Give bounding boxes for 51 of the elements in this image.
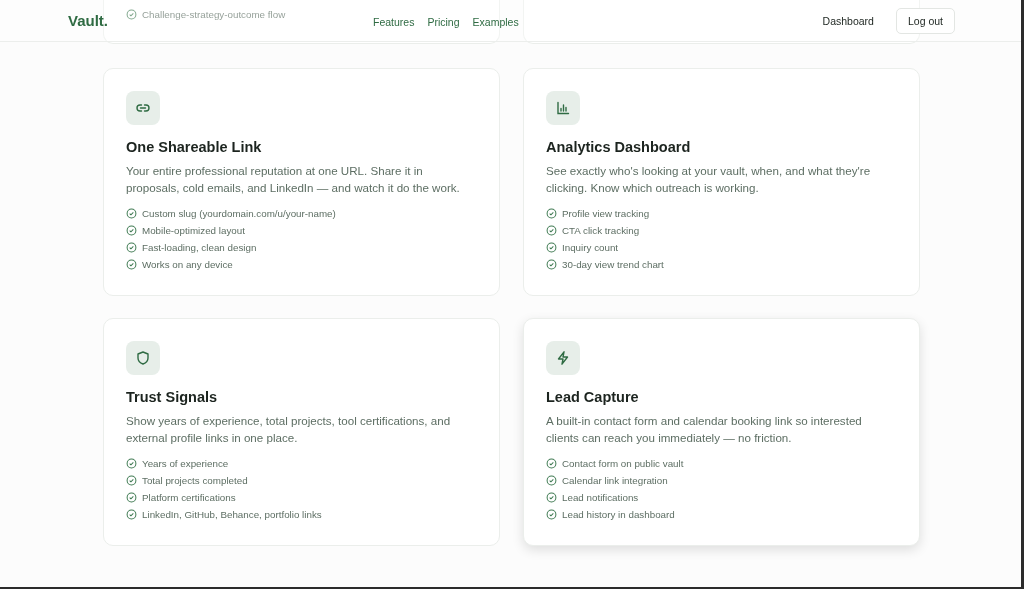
check-circle-icon — [546, 475, 557, 486]
check-circle-icon — [546, 509, 557, 520]
feature-item: Lead notifications — [562, 492, 639, 503]
feature-item: Lead history in dashboard — [562, 509, 675, 520]
feature-item: Custom slug (yourdomain.com/u/your-name) — [142, 208, 336, 219]
card-description: Show years of experience, total projects, tool certifications, and external profile links in one place. — [126, 413, 452, 446]
feature-item: Works on any device — [142, 259, 233, 270]
check-circle-icon — [546, 208, 557, 219]
check-circle-icon — [546, 492, 557, 503]
check-circle-icon — [546, 242, 557, 253]
check-circle-icon — [546, 225, 557, 236]
feature-item: LinkedIn, GitHub, Behance, portfolio links — [142, 509, 322, 520]
feature-item: Total projects completed — [142, 475, 248, 486]
feature-item: CTA click tracking — [562, 225, 640, 236]
shield-icon — [135, 350, 151, 366]
nav-link[interactable]: Pricing — [427, 15, 460, 28]
check-circle-icon — [126, 9, 137, 20]
feature-item: Mobile-optimized layout — [142, 225, 245, 236]
feature-item: Fast-loading, clean design — [142, 242, 257, 253]
check-circle-icon — [126, 225, 137, 236]
card-title: Trust Signals — [126, 389, 219, 405]
check-circle-icon — [126, 242, 137, 253]
card-description: See exactly who's looking at your vault, when, and what they're clicking. Know which outreach is working. — [546, 163, 872, 196]
check-circle-icon — [126, 259, 137, 270]
check-circle-icon — [126, 475, 137, 486]
check-circle-icon — [126, 458, 137, 469]
bar-chart-icon — [555, 100, 571, 116]
card-title: Lead Capture — [546, 389, 640, 405]
feature-item: Calendar link integration — [562, 475, 668, 486]
logo: Vault. — [68, 12, 108, 29]
log-out-button[interactable]: Log out — [895, 7, 955, 34]
check-circle-icon — [126, 492, 137, 503]
feature-item: Platform certifications — [142, 492, 236, 503]
dashboard-link[interactable]: Dashboard — [822, 14, 874, 27]
nav-link[interactable]: Examples — [472, 15, 519, 28]
card-description: A built-in contact form and calendar booking link so interested clients can reach you immediately — no friction. — [546, 413, 863, 446]
check-circle-icon — [126, 208, 137, 219]
feature-item: 30-day view trend chart — [562, 259, 664, 270]
check-circle-icon — [126, 509, 137, 520]
feature-item: Challenge-strategy-outcome flow — [142, 9, 286, 20]
feature-item: Contact form on public vault — [562, 458, 684, 469]
card-title: Analytics Dashboard — [546, 139, 692, 155]
feature-item: Years of experience — [142, 458, 229, 469]
nav-link[interactable]: Features — [373, 15, 415, 28]
lightning-icon — [555, 350, 571, 366]
feature-item: Inquiry count — [562, 242, 619, 253]
check-circle-icon — [546, 259, 557, 270]
check-circle-icon — [546, 458, 557, 469]
card-title: One Shareable Link — [126, 139, 263, 155]
feature-item: Profile view tracking — [562, 208, 650, 219]
card-description: Your entire professional reputation at one URL. Share it in proposals, cold emails, and LinkedIn — and watch it do the work. — [126, 163, 461, 196]
